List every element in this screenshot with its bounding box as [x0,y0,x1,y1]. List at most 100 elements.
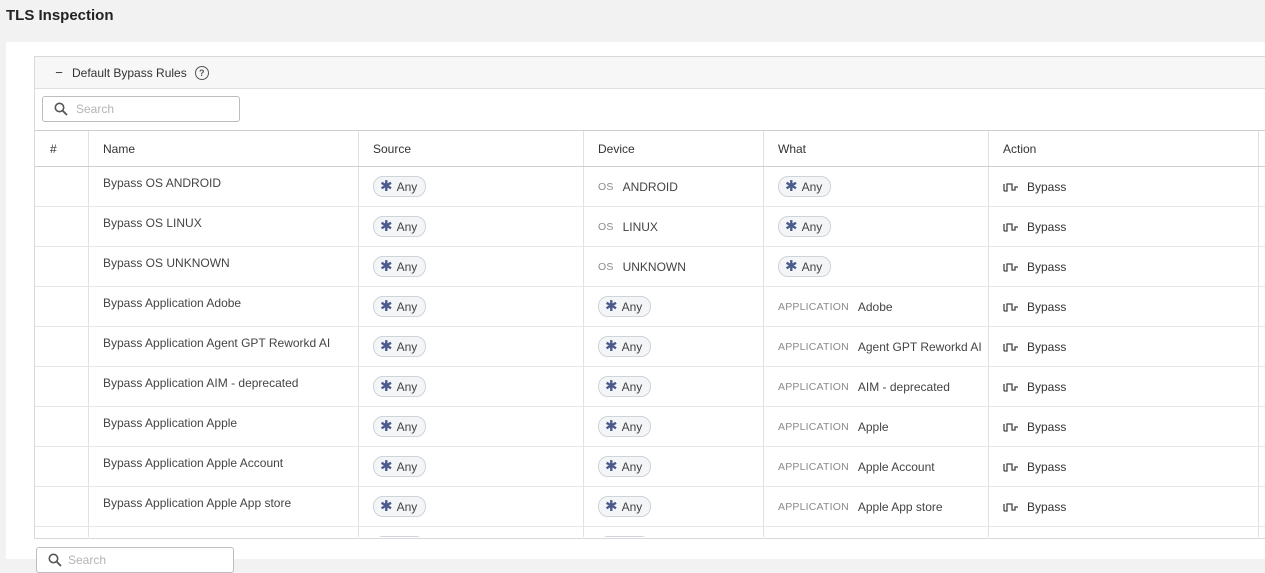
any-chip[interactable]: ✱Any [598,336,652,357]
any-chip[interactable]: ✱Any [373,536,427,537]
collapse-icon[interactable]: − [51,65,67,80]
any-chip[interactable]: ✱Any [373,416,427,437]
rule-name: Bypass Application Apple [89,407,359,446]
action-label: Bypass [1027,219,1067,234]
table-row[interactable]: Bypass OS ANDROID ✱ Any OS ANDROID ✱ Any Bypass [35,167,1265,207]
asterisk-icon: ✱ [380,458,393,475]
any-chip[interactable]: ✱Any [598,456,652,477]
any-chip[interactable]: ✱Any [778,216,832,237]
any-chip[interactable]: ✱Any [373,376,427,397]
what-cell: ✱ Any [764,207,989,246]
device-cell: OS UNKNOWN [584,247,764,286]
table-row[interactable]: Bypass Application Apple Account ✱ Any ✱ Any… [35,447,1265,487]
action-cell: Bypass [989,247,1259,286]
bypass-icon [1003,222,1019,232]
asterisk-icon: ✱ [605,338,618,355]
action-cell: Bypass [989,207,1259,246]
asterisk-icon: ✱ [605,458,618,475]
any-chip[interactable]: ✱Any [598,416,652,437]
column-header-number[interactable]: # [35,131,89,166]
any-chip[interactable]: ✱Any [598,496,652,517]
rule-name: Bypass Application AIM - deprecated [89,367,359,406]
type-value: LINUX [622,219,658,234]
asterisk-icon: ✱ [785,178,798,195]
table-row[interactable]: Bypass Application Apple ✱ Any ✱ Any APPLICAT… [35,407,1265,447]
any-chip[interactable]: ✱Any [373,216,427,237]
bypass-icon [1003,462,1019,472]
rule-name: Bypass OS UNKNOWN [89,247,359,286]
any-chip[interactable]: ✱Any [598,296,652,317]
device-cell: ✱Any [584,327,764,366]
type-tag: APPLICATION [778,380,849,393]
column-header-name[interactable]: Name [89,131,359,166]
asterisk-icon: ✱ [380,338,393,355]
action-label: Bypass [1027,259,1067,274]
bottom-search-placeholder: Search [68,553,107,567]
asterisk-icon: ✱ [785,258,798,275]
action-label: Bypass [1027,419,1067,434]
any-chip[interactable]: ✱Any [373,176,427,197]
column-header-what[interactable]: What [764,131,989,166]
chip-label: Any [801,219,823,234]
chip-label: Any [621,379,643,394]
row-number-cell [35,367,89,406]
table-row[interactable]: Bypass Application Apple App store ✱ Any ✱ A… [35,487,1265,527]
search-box[interactable] [42,96,240,122]
row-number-cell [35,247,89,286]
bypass-icon [1003,422,1019,432]
table-header: # Name Source Device What Action [35,131,1265,167]
column-header-device[interactable]: Device [584,131,764,166]
source-cell: ✱Any [359,447,584,486]
action-cell: Bypass [989,167,1259,206]
search-input[interactable] [74,101,228,117]
any-chip[interactable]: ✱Any [373,296,427,317]
table-row[interactable]: Bypass OS UNKNOWN ✱ Any OS UNKNOWN ✱ Any Bypass [35,247,1265,287]
page-title: TLS Inspection [6,7,114,24]
table-row[interactable]: Bypass Application Agent GPT Reworkd AI ✱… [35,327,1265,367]
any-chip[interactable]: ✱Any [373,336,427,357]
source-cell: ✱Any [359,287,584,326]
action-label: Bypass [1027,339,1067,354]
rules-table: # Name Source Device What Action Bypass … [35,130,1265,537]
bottom-search-box[interactable]: Search [36,547,234,573]
type-value: UNKNOWN [622,259,686,274]
any-chip[interactable]: ✱Any [598,376,652,397]
type-tag: APPLICATION [778,460,849,473]
rule-name: Bypass Application Apple Account [89,447,359,486]
table-row[interactable]: Bypass Application Adobe ✱ Any ✱ Any APPLICAT… [35,287,1265,327]
asterisk-icon: ✱ [380,258,393,275]
rule-name: Bypass OS ANDROID [89,167,359,206]
device-cell: ✱Any [584,367,764,406]
rule-name: Bypass Application Apple iCloud Private … [89,527,359,537]
rule-name: Bypass Application Adobe [89,287,359,326]
what-cell: APPLICATION Apple App store [764,487,989,526]
device-cell: ✱Any [584,527,764,537]
action-label: Bypass [1027,459,1067,474]
column-header-source[interactable]: Source [359,131,584,166]
action-cell: Bypass [989,447,1259,486]
asterisk-icon: ✱ [380,378,393,395]
default-bypass-rules-section: − Default Bypass Rules ? # Name Source D… [34,56,1265,539]
any-chip[interactable]: ✱Any [778,256,832,277]
table-row[interactable]: Bypass Application AIM - deprecated ✱ Any ✱… [35,367,1265,407]
any-chip[interactable]: ✱Any [598,536,652,537]
table-row[interactable]: Bypass OS LINUX ✱ Any OS LINUX ✱ Any Bypass [35,207,1265,247]
any-chip[interactable]: ✱Any [778,176,832,197]
help-icon[interactable]: ? [194,65,209,80]
source-cell: ✱Any [359,367,584,406]
chip-label: Any [396,219,418,234]
type-value: AIM - deprecated [857,379,950,394]
any-chip[interactable]: ✱Any [373,496,427,517]
device-cell: OS LINUX [584,207,764,246]
chip-label: Any [396,419,418,434]
asterisk-icon: ✱ [380,298,393,315]
table-row[interactable]: Bypass Application Apple iCloud Private … [35,527,1265,537]
any-chip[interactable]: ✱Any [373,456,427,477]
what-cell: APPLICATION Apple [764,407,989,446]
any-chip[interactable]: ✱Any [373,256,427,277]
what-cell: APPLICATION Agent GPT Reworkd AI [764,327,989,366]
row-number-cell [35,327,89,366]
column-header-action[interactable]: Action [989,131,1259,166]
device-cell: ✱Any [584,487,764,526]
chip-label: Any [621,339,643,354]
